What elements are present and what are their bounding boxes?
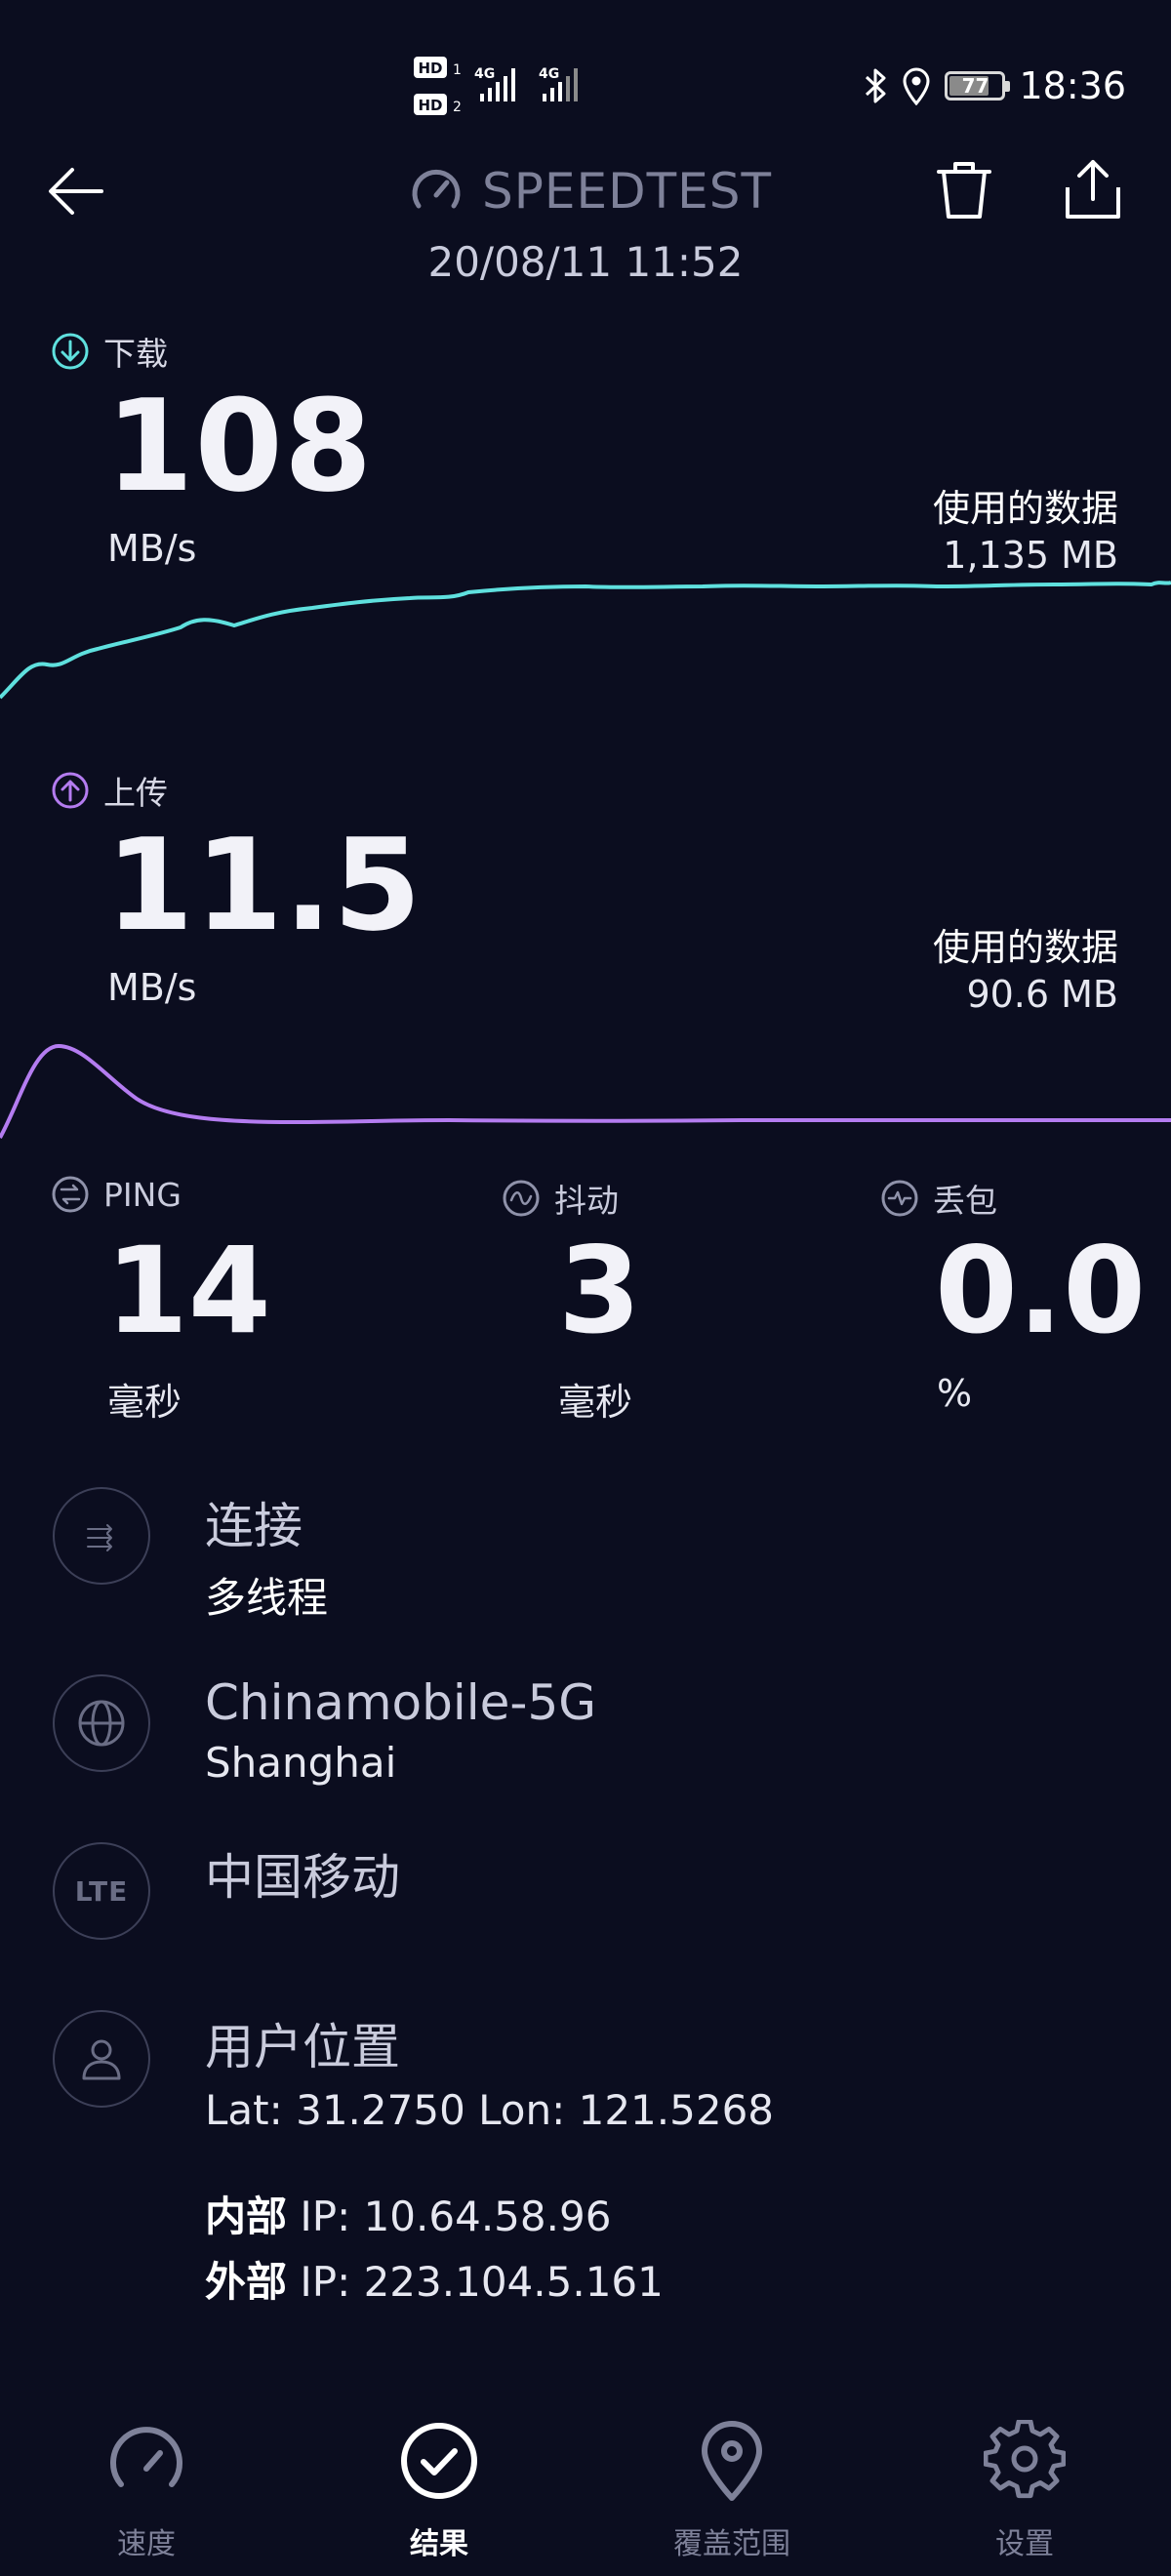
upload-data-used: 使用的数据 90.6 MB (933, 917, 1118, 1016)
provider-info: 中国移动 (205, 1838, 400, 1909)
status-right: 77 18:36 (863, 60, 1126, 111)
ping-label-text: PING (103, 1175, 182, 1214)
internal-ip-label: 内部 (205, 2193, 288, 2240)
user-location-info: 用户位置 Lat: 31.2750 Lon: 121.5268 (205, 2008, 774, 2134)
share-icon (1066, 160, 1120, 219)
ping-icon (52, 1176, 89, 1213)
map-pin-icon (702, 2421, 762, 2501)
battery-text: 77 (961, 74, 989, 98)
delete-button[interactable] (929, 154, 999, 224)
download-graph (0, 581, 1171, 700)
upload-data-used-label: 使用的数据 (932, 926, 1118, 969)
connections-title: 连接 (205, 1498, 303, 1554)
upload-data-used-value: 90.6 MB (966, 973, 1118, 1016)
upload-value: 11.5 (105, 811, 423, 959)
upload-label: 上传 (51, 767, 168, 814)
hd2-text: HD (418, 97, 442, 114)
user-location-icon-circle (53, 2010, 150, 2108)
test-date: 20/08/11 11:52 (427, 238, 744, 286)
upload-graph (0, 1044, 1171, 1139)
connections-info: 连接 多线程 (205, 1487, 328, 1625)
server-location: Shanghai (205, 1739, 397, 1787)
upload-label-text: 上传 (103, 774, 168, 812)
nav-speed-label: 速度 (117, 2527, 176, 2561)
packet-loss-unit: % (937, 1372, 973, 1415)
provider-icon-circle: LTE (53, 1842, 150, 1940)
nav-settings[interactable]: 设置 (927, 2420, 1122, 2562)
server-icon-circle (53, 1674, 150, 1772)
bluetooth-icon (866, 68, 886, 103)
upload-unit: MB/s (107, 966, 197, 1009)
bottom-nav: 速度 结果 覆盖范围 设置 (0, 2400, 1171, 2576)
lte-icon: LTE (74, 1874, 129, 1908)
network-indicators: HD 1 HD 2 4G 4G (414, 55, 599, 123)
ip-addresses: 内部 IP: 10.64.58.96 外部 IP: 223.104.5.161 (205, 2184, 664, 2309)
signal-icon: HD 1 HD 2 4G 4G (414, 57, 578, 115)
external-ip-value: IP: 223.104.5.161 (300, 2258, 664, 2306)
share-button[interactable] (1058, 154, 1128, 224)
jitter-value: 3 (558, 1222, 641, 1360)
back-button[interactable] (43, 156, 113, 226)
app-title: SPEEDTEST (408, 156, 772, 226)
ping-unit: 毫秒 (107, 1381, 182, 1424)
jitter-label: 抖动 (502, 1175, 619, 1222)
user-location-coords: Lat: 31.2750 Lon: 121.5268 (205, 2086, 775, 2134)
server-name: Chinamobile-5G (205, 1674, 597, 1731)
hd1-text: HD (418, 60, 442, 77)
jitter-icon (503, 1180, 540, 1217)
status-time: 18:36 (1019, 64, 1126, 107)
speedometer-icon (110, 2427, 182, 2487)
multi-thread-icon (87, 1524, 112, 1551)
user-location-title: 用户位置 (205, 2019, 400, 2075)
user-icon (82, 2039, 121, 2080)
net2-text: 4G (539, 66, 559, 82)
nav-coverage-label: 覆盖范围 (673, 2527, 790, 2561)
upload-icon (52, 772, 89, 809)
svg-text:2: 2 (453, 100, 462, 115)
ping-value: 14 (105, 1222, 271, 1360)
external-ip-label: 外部 (205, 2258, 288, 2306)
jitter-label-text: 抖动 (554, 1182, 619, 1220)
nav-results-label: 结果 (410, 2527, 468, 2561)
internal-ip: 内部 IP: 10.64.58.96 (205, 2184, 664, 2243)
connections-mode: 多线程 (205, 1574, 329, 1622)
download-label-text: 下载 (103, 335, 168, 373)
ping-label: PING (51, 1175, 182, 1214)
check-circle-icon (401, 2423, 477, 2499)
gear-icon (984, 2420, 1066, 2499)
speedometer-icon (412, 169, 461, 209)
nav-coverage[interactable]: 覆盖范围 (634, 2420, 829, 2562)
internal-ip-value: IP: 10.64.58.96 (300, 2193, 612, 2240)
location-pin-icon (903, 67, 930, 105)
provider-name: 中国移动 (205, 1849, 400, 1906)
nav-results[interactable]: 结果 (342, 2420, 537, 2562)
globe-icon (78, 1700, 125, 1747)
nav-speed[interactable]: 速度 (49, 2420, 244, 2562)
net1-text: 4G (474, 66, 495, 82)
packet-loss-label-text: 丢包 (933, 1182, 997, 1220)
nav-settings-label: 设置 (995, 2527, 1054, 2561)
app-title-text: SPEEDTEST (482, 163, 772, 220)
jitter-unit: 毫秒 (558, 1381, 633, 1424)
svg-text:1: 1 (453, 62, 462, 78)
packet-loss-value: 0.0 (935, 1222, 1147, 1360)
server-info: Chinamobile-5G Shanghai (205, 1674, 596, 1787)
download-label: 下载 (51, 328, 168, 375)
trash-icon (937, 162, 991, 219)
download-value: 108 (105, 372, 374, 520)
packet-loss-icon (881, 1180, 918, 1217)
connections-icon-circle (53, 1487, 150, 1585)
packet-loss-label: 丢包 (880, 1175, 997, 1222)
download-icon (52, 333, 89, 370)
status-bar: HD 1 HD 2 4G 4G 77 18:36 (0, 0, 1171, 146)
external-ip: 外部 IP: 223.104.5.161 (205, 2249, 664, 2309)
battery-icon: 77 (945, 71, 1011, 101)
back-arrow-icon (49, 168, 103, 215)
download-data-used-label: 使用的数据 (932, 487, 1118, 530)
